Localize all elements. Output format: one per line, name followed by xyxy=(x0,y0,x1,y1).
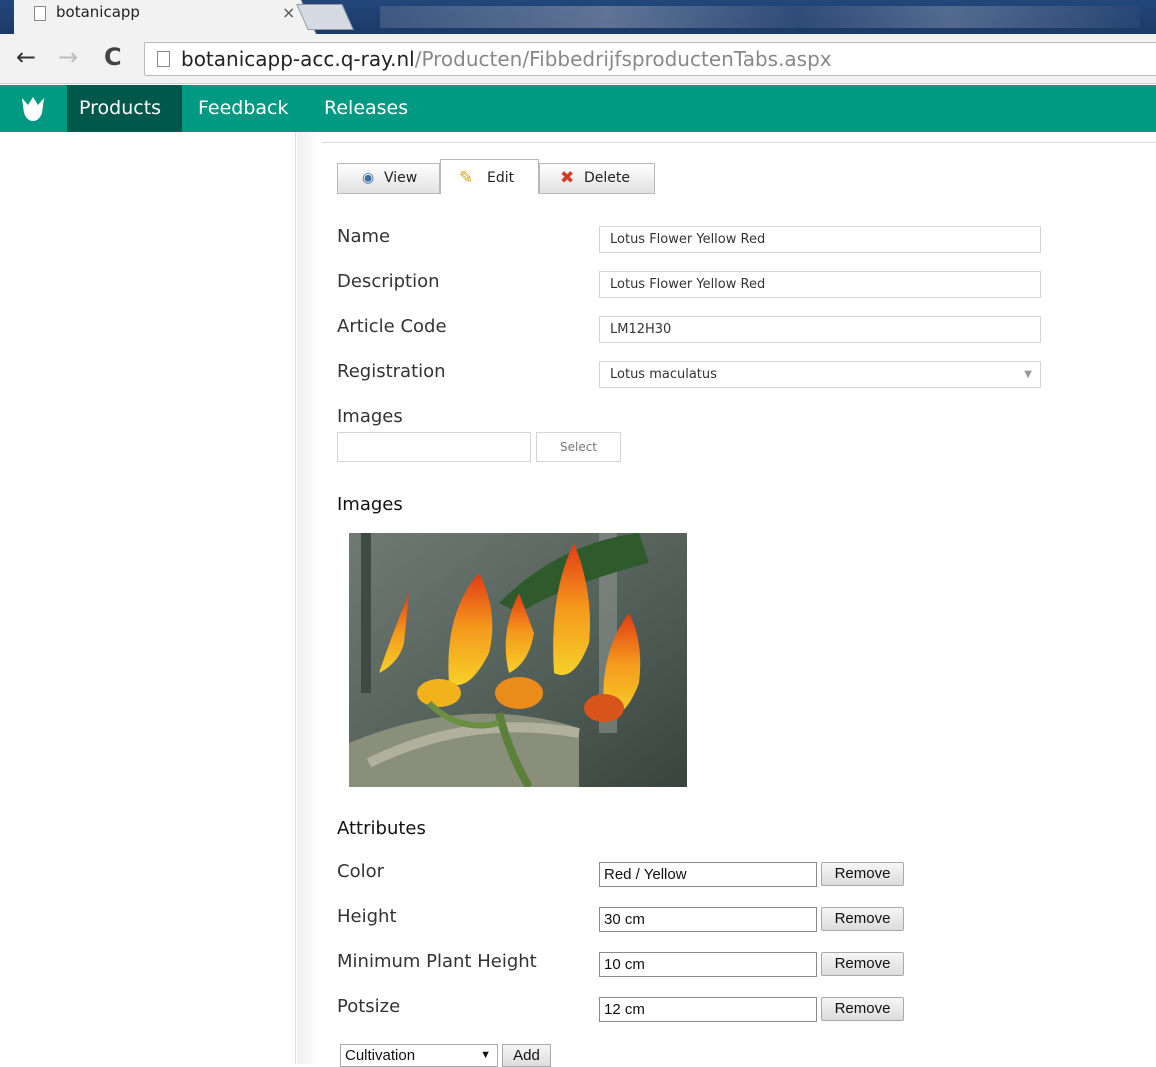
url-host: botanicapp-acc.q-ray.nl xyxy=(181,47,415,71)
registration-dropdown[interactable]: Lotus maculatus ▼ xyxy=(599,361,1041,388)
remove-button[interactable]: Remove xyxy=(821,862,904,886)
nav-releases[interactable]: Releases xyxy=(312,85,420,132)
back-arrow-icon[interactable]: ← xyxy=(16,44,36,70)
reload-icon[interactable]: C xyxy=(104,44,122,70)
browser-tab-title: botanicapp xyxy=(56,3,140,21)
registration-label: Registration xyxy=(337,361,446,382)
registration-value: Lotus maculatus xyxy=(610,367,717,382)
pencil-icon: ✎ xyxy=(459,168,474,188)
attribute-label: Color xyxy=(337,861,384,882)
flower-illustration xyxy=(349,533,687,787)
description-label: Description xyxy=(337,271,440,292)
tab-view[interactable]: ◉ View xyxy=(337,163,440,194)
attribute-label: Potsize xyxy=(337,996,401,1017)
name-label: Name xyxy=(337,226,391,247)
content-shadow xyxy=(297,132,319,1064)
remove-button[interactable]: Remove xyxy=(821,997,904,1021)
nav-products[interactable]: Products xyxy=(67,85,182,132)
nav-feedback[interactable]: Feedback xyxy=(186,85,300,132)
remove-button[interactable]: Remove xyxy=(821,952,904,976)
remove-button[interactable]: Remove xyxy=(821,907,904,931)
x-icon: ✖ xyxy=(560,168,575,188)
select-arrow-icon: ▼ xyxy=(480,1049,491,1061)
select-image-button[interactable]: Select xyxy=(536,432,621,462)
tab-close-icon[interactable]: × xyxy=(282,3,295,22)
url-text: botanicapp-acc.q-ray.nl/Producten/Fibbed… xyxy=(181,47,832,71)
forward-arrow-icon[interactable]: → xyxy=(58,44,78,70)
attribute-type-value: Cultivation xyxy=(345,1047,416,1064)
lotus-flower-photo xyxy=(349,533,687,787)
article-code-label: Article Code xyxy=(337,316,447,337)
address-bar[interactable]: botanicapp-acc.q-ray.nl/Producten/Fibbed… xyxy=(144,42,1156,76)
attribute-value-field[interactable]: 12 cm xyxy=(599,997,817,1022)
attribute-value-field[interactable]: Red / Yellow xyxy=(599,862,817,887)
tab-delete-label: Delete xyxy=(584,170,630,186)
browser-toolbar: ← → C botanicapp-acc.q-ray.nl/Producten/… xyxy=(0,34,1156,84)
attribute-label: Height xyxy=(337,906,397,927)
left-sidebar xyxy=(0,132,296,1064)
page-icon xyxy=(157,51,170,67)
desktop-background xyxy=(380,6,1140,28)
url-path: /Producten/FibbedrijfsproductenTabs.aspx xyxy=(414,47,832,71)
images-label: Images xyxy=(337,406,403,427)
browser-tab[interactable]: botanicapp × xyxy=(14,0,296,34)
attributes-section-title: Attributes xyxy=(337,818,426,839)
browser-tabstrip: botanicapp × xyxy=(0,0,1156,34)
name-field[interactable]: Lotus Flower Yellow Red xyxy=(599,226,1041,253)
divider xyxy=(322,142,1156,143)
tulip-logo-icon[interactable] xyxy=(20,96,46,122)
attribute-label: Minimum Plant Height xyxy=(337,951,537,972)
description-field[interactable]: Lotus Flower Yellow Red xyxy=(599,271,1041,298)
attribute-value-field[interactable]: 30 cm xyxy=(599,907,817,932)
tab-edit-label: Edit xyxy=(487,170,515,186)
app-navbar: Products Feedback Releases xyxy=(0,85,1156,132)
dropdown-arrow-icon[interactable]: ▼ xyxy=(1024,362,1032,387)
tab-view-label: View xyxy=(384,170,418,186)
attribute-value-field[interactable]: 10 cm xyxy=(599,952,817,977)
image-file-field[interactable] xyxy=(337,432,531,462)
page-favicon-icon xyxy=(34,6,46,21)
tab-edit[interactable]: ✎ Edit xyxy=(440,159,539,194)
eye-icon: ◉ xyxy=(362,170,375,186)
article-code-field[interactable]: LM12H30 xyxy=(599,316,1041,343)
images-section-title: Images xyxy=(337,494,403,515)
tab-delete[interactable]: ✖ Delete xyxy=(539,163,655,194)
